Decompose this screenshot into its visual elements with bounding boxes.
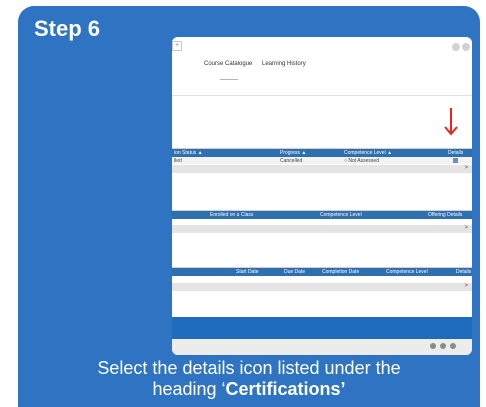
col-details: Details bbox=[448, 150, 464, 156]
divider bbox=[172, 95, 472, 96]
col-offering-details: Offering Details bbox=[428, 212, 463, 218]
tray-icon[interactable] bbox=[440, 343, 446, 349]
table-row: lled Cancelled ○ Not Assessed bbox=[172, 157, 472, 164]
minimize-icon[interactable] bbox=[452, 43, 460, 51]
scroll-right-icon[interactable]: > bbox=[464, 165, 468, 171]
instruction-card: Step 6 + Course Catalogue Learning Histo… bbox=[18, 6, 480, 407]
nav-learning-history[interactable]: Learning History bbox=[262, 61, 306, 67]
caption-prefix: heading ‘ bbox=[152, 379, 226, 399]
nav-active-indicator bbox=[220, 79, 238, 80]
cell-competence: ○ Not Assessed bbox=[344, 158, 379, 164]
col-competence-level[interactable]: Competence Level ▲ bbox=[344, 150, 392, 156]
scroll-right-icon[interactable]: > bbox=[464, 225, 468, 231]
caption-bold: Certifications’ bbox=[225, 379, 346, 399]
system-tray bbox=[172, 339, 472, 355]
tray-icon[interactable] bbox=[430, 343, 436, 349]
screenshot-panel: + Course Catalogue Learning History ion … bbox=[172, 37, 472, 355]
horizontal-scrollbar[interactable]: > bbox=[172, 165, 472, 173]
window-chrome: + bbox=[172, 37, 472, 59]
table-header: Enrolled on a Class Competence Level Off… bbox=[172, 211, 472, 219]
table-header: ion Status ▲ Progress ▲ Competence Level… bbox=[172, 149, 472, 157]
scroll-right-icon[interactable]: > bbox=[464, 283, 468, 289]
horizontal-scrollbar[interactable]: > bbox=[172, 283, 472, 291]
close-icon[interactable] bbox=[462, 43, 470, 51]
horizontal-scrollbar[interactable]: > bbox=[172, 225, 472, 233]
taskbar bbox=[172, 317, 472, 339]
col-competence-level[interactable]: Competence Level bbox=[386, 269, 428, 275]
caption-line-1: Select the details icon listed under the bbox=[97, 358, 401, 378]
col-completion-date[interactable]: Completion Date bbox=[322, 269, 359, 275]
table-row bbox=[172, 276, 472, 283]
col-enrolled[interactable]: Enrolled on a Class bbox=[210, 212, 253, 218]
down-arrow-icon bbox=[444, 108, 458, 136]
col-competence-level[interactable]: Competence Level bbox=[320, 212, 362, 218]
col-due-date[interactable]: Due Date bbox=[284, 269, 305, 275]
top-nav: Course Catalogue Learning History bbox=[172, 60, 472, 76]
col-status[interactable]: ion Status ▲ bbox=[174, 150, 203, 156]
step-title: Step 6 bbox=[34, 16, 101, 41]
instruction-caption: Select the details icon listed under the… bbox=[18, 358, 480, 400]
details-icon[interactable] bbox=[453, 158, 458, 163]
tray-icon[interactable] bbox=[450, 343, 456, 349]
cell-progress: Cancelled bbox=[280, 158, 303, 164]
col-progress[interactable]: Progress ▲ bbox=[280, 150, 306, 156]
caption-line-2: heading ‘Certifications’ bbox=[18, 379, 480, 400]
col-start-date[interactable]: Start Date bbox=[236, 269, 259, 275]
table-header: Start Date Due Date Completion Date Comp… bbox=[172, 268, 472, 276]
nav-course-catalogue[interactable]: Course Catalogue bbox=[204, 61, 252, 67]
new-tab-icon[interactable]: + bbox=[172, 41, 182, 51]
cell-status: lled bbox=[174, 158, 182, 164]
col-details: Details bbox=[456, 269, 472, 275]
